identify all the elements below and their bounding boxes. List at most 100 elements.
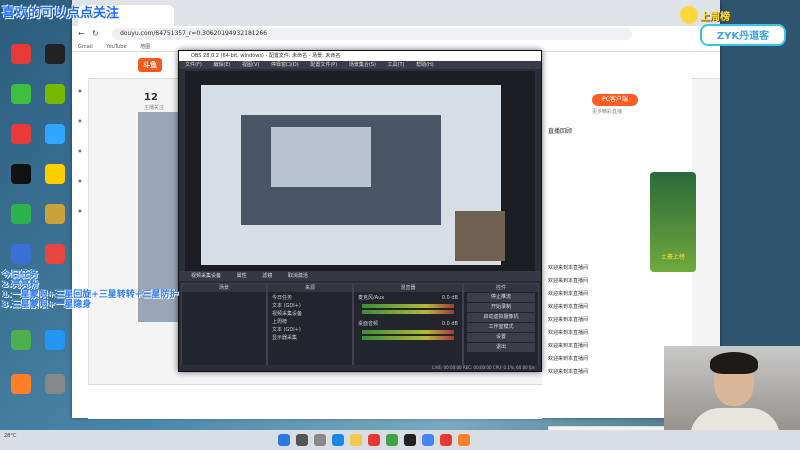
menu-file[interactable]: 文件(F) [185,62,202,68]
bookmark-item[interactable]: 地图 [140,44,150,50]
sources-list: 今日任务 文本 (GDI+) 视频采集设备 上周榜 文本 (GDI+) 显示器采… [268,292,352,344]
rail-home-icon[interactable]: ● [74,88,86,93]
obs-preview[interactable] [185,71,535,271]
menu-view[interactable]: 视图(V) [242,62,259,68]
app-icon [11,374,31,394]
desktop-icon[interactable] [4,164,38,198]
desktop-icon[interactable] [4,330,38,364]
rail-more-icon[interactable]: ● [74,208,86,213]
source-item[interactable]: 视频采集设备 [272,310,348,318]
volume-slider[interactable] [362,336,454,340]
mixer-panel: 混音器 麦克风/Aux 0.0 dB 桌面音频 0.0 dB [353,283,463,367]
rail-game-icon[interactable]: ● [74,178,86,183]
explorer-icon[interactable] [350,434,362,446]
task-line: 2.亮亮粉 [2,280,39,290]
scenes-panel: 场景 [181,283,267,367]
bookmark-item[interactable]: YouTube [106,44,126,50]
chrome-icon[interactable] [422,434,434,446]
desktop-icon[interactable] [4,124,38,158]
source-item[interactable]: 今日任务 [272,294,348,302]
task-line: 今日任务 [2,270,39,280]
deactivate-button[interactable]: 取消激活 [288,273,308,279]
nvidia-icon [45,84,65,104]
studio-mode-button[interactable]: 工作室模式 [467,323,535,332]
address-bar-row: ← ↻ douyu.com/64751357_r=0.3062019493218… [72,26,720,42]
desktop-icon[interactable] [4,374,38,408]
app-icon [11,44,31,64]
bookmark-item[interactable]: Gmail [78,44,93,50]
desktop-icon[interactable] [38,374,72,408]
app-icon[interactable] [440,434,452,446]
source-item[interactable]: 文本 (GDI+) [272,302,348,310]
app-icon [11,244,31,264]
app-icon[interactable] [368,434,380,446]
app-icon [11,330,31,350]
back-icon[interactable]: ← [78,29,85,38]
desktop-icon[interactable] [38,204,72,238]
chat-message: 欢迎来到本直播间 [548,265,589,271]
exit-button[interactable]: 退出 [467,343,535,352]
leaderboard-name: ZYK丹道客 [700,24,786,46]
search-icon[interactable] [296,434,308,446]
desktop-icon[interactable] [38,164,72,198]
virtual-camera-button[interactable]: 启动虚拟摄像机 [467,313,535,322]
obs-title: OBS 28.0.2 (64-bit, windows) - 配置文件: 未命名… [179,51,541,61]
volume-meter [362,330,454,334]
gift-bar [88,384,542,419]
desktop-icon[interactable] [4,84,38,118]
task-line: 3.三星蒙眼+一星隐身 [2,300,92,310]
edge-icon[interactable] [332,434,344,446]
netease-music-icon [11,124,31,144]
app-icon[interactable] [386,434,398,446]
mixer-track: 麦克风/Aux 0.0 dB 桌面音频 0.0 dB [354,292,462,344]
obs-window: OBS 28.0.2 (64-bit, windows) - 配置文件: 未命名… [178,50,542,372]
app-icon [11,84,31,104]
desktop-icon[interactable] [38,330,72,364]
volume-slider[interactable] [362,310,454,314]
menu-scene-collection[interactable]: 场景集合(S) [349,62,376,68]
menu-tools[interactable]: 工具(T) [388,62,405,68]
url-input[interactable]: douyu.com/64751357_r=0.30620194932181266 [112,28,632,40]
chat-message: 欢迎来到本直播间 [548,278,589,284]
reload-icon[interactable]: ↻ [92,29,99,38]
lol-icon [45,204,65,224]
rail-category-icon[interactable]: ● [74,148,86,153]
mixer-track-name: 桌面音频 [358,321,379,327]
desktop-icon[interactable] [38,84,72,118]
obs-taskbar-icon[interactable] [404,434,416,446]
desktop-icon-column [0,40,72,420]
source-item[interactable]: 上周榜 [272,318,348,326]
settings-button[interactable]: 设置 [467,333,535,342]
leaderboard-label: 上周榜 [700,12,730,23]
replay-tab[interactable]: 直播回顾 [548,126,572,135]
douyu-logo[interactable]: 斗鱼 [138,58,162,72]
menu-docks[interactable]: 停靠窗口(D) [271,62,299,68]
desktop-icon[interactable] [4,204,38,238]
desktop-icon[interactable] [38,124,72,158]
source-item[interactable]: 文本 (GDI+) [272,326,348,334]
start-recording-button[interactable]: 开始录制 [467,303,535,312]
app-icon [45,374,65,394]
stop-stream-button[interactable]: 停止推流 [467,293,535,302]
taskview-icon[interactable] [314,434,326,446]
pc-client-button[interactable]: PC客户端 [592,94,638,106]
controls-panel: 控件 停止推流 开始录制 启动虚拟摄像机 工作室模式 设置 退出 [463,283,539,367]
desktop-icon[interactable] [38,44,72,78]
source-toolbar: 视频采集设备 属性 滤镜 取消激活 [179,271,541,281]
nested-capture [241,115,441,225]
rail-follow-icon[interactable]: ● [74,118,86,123]
app-icon [11,204,31,224]
menu-profile[interactable]: 配置文件(P) [310,62,337,68]
menu-help[interactable]: 帮助(H) [416,62,434,68]
weather-widget[interactable]: 28°C [4,433,16,440]
source-item[interactable]: 显示器采集 [272,334,348,342]
app-icon[interactable] [458,434,470,446]
chat-message: 欢迎来到本直播间 [548,330,589,336]
menu-edit[interactable]: 编辑(E) [213,62,230,68]
controls-header: 控件 [464,284,538,292]
desktop-icon[interactable] [4,44,38,78]
start-icon[interactable] [278,434,290,446]
filters-button[interactable]: 滤镜 [262,273,272,279]
properties-button[interactable]: 属性 [237,273,247,279]
streamer-hair [710,352,758,374]
